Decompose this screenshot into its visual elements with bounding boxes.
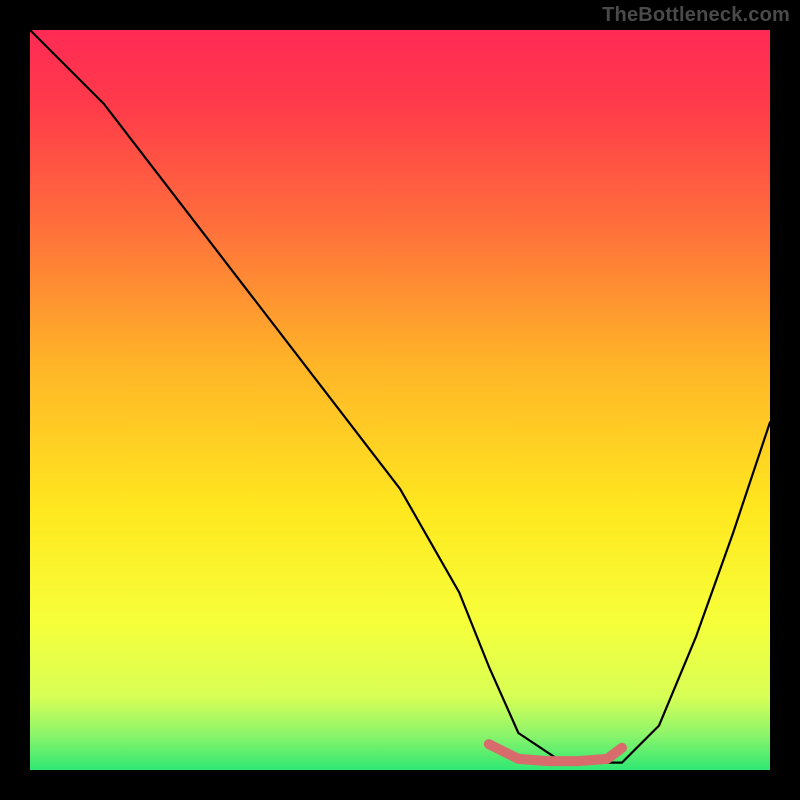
- plot-area: [30, 30, 770, 770]
- highlight-curve: [489, 744, 622, 761]
- chart-container: TheBottleneck.com: [0, 0, 800, 800]
- watermark-text: TheBottleneck.com: [602, 4, 790, 27]
- main-curve: [30, 30, 770, 763]
- curves-layer: [30, 30, 770, 770]
